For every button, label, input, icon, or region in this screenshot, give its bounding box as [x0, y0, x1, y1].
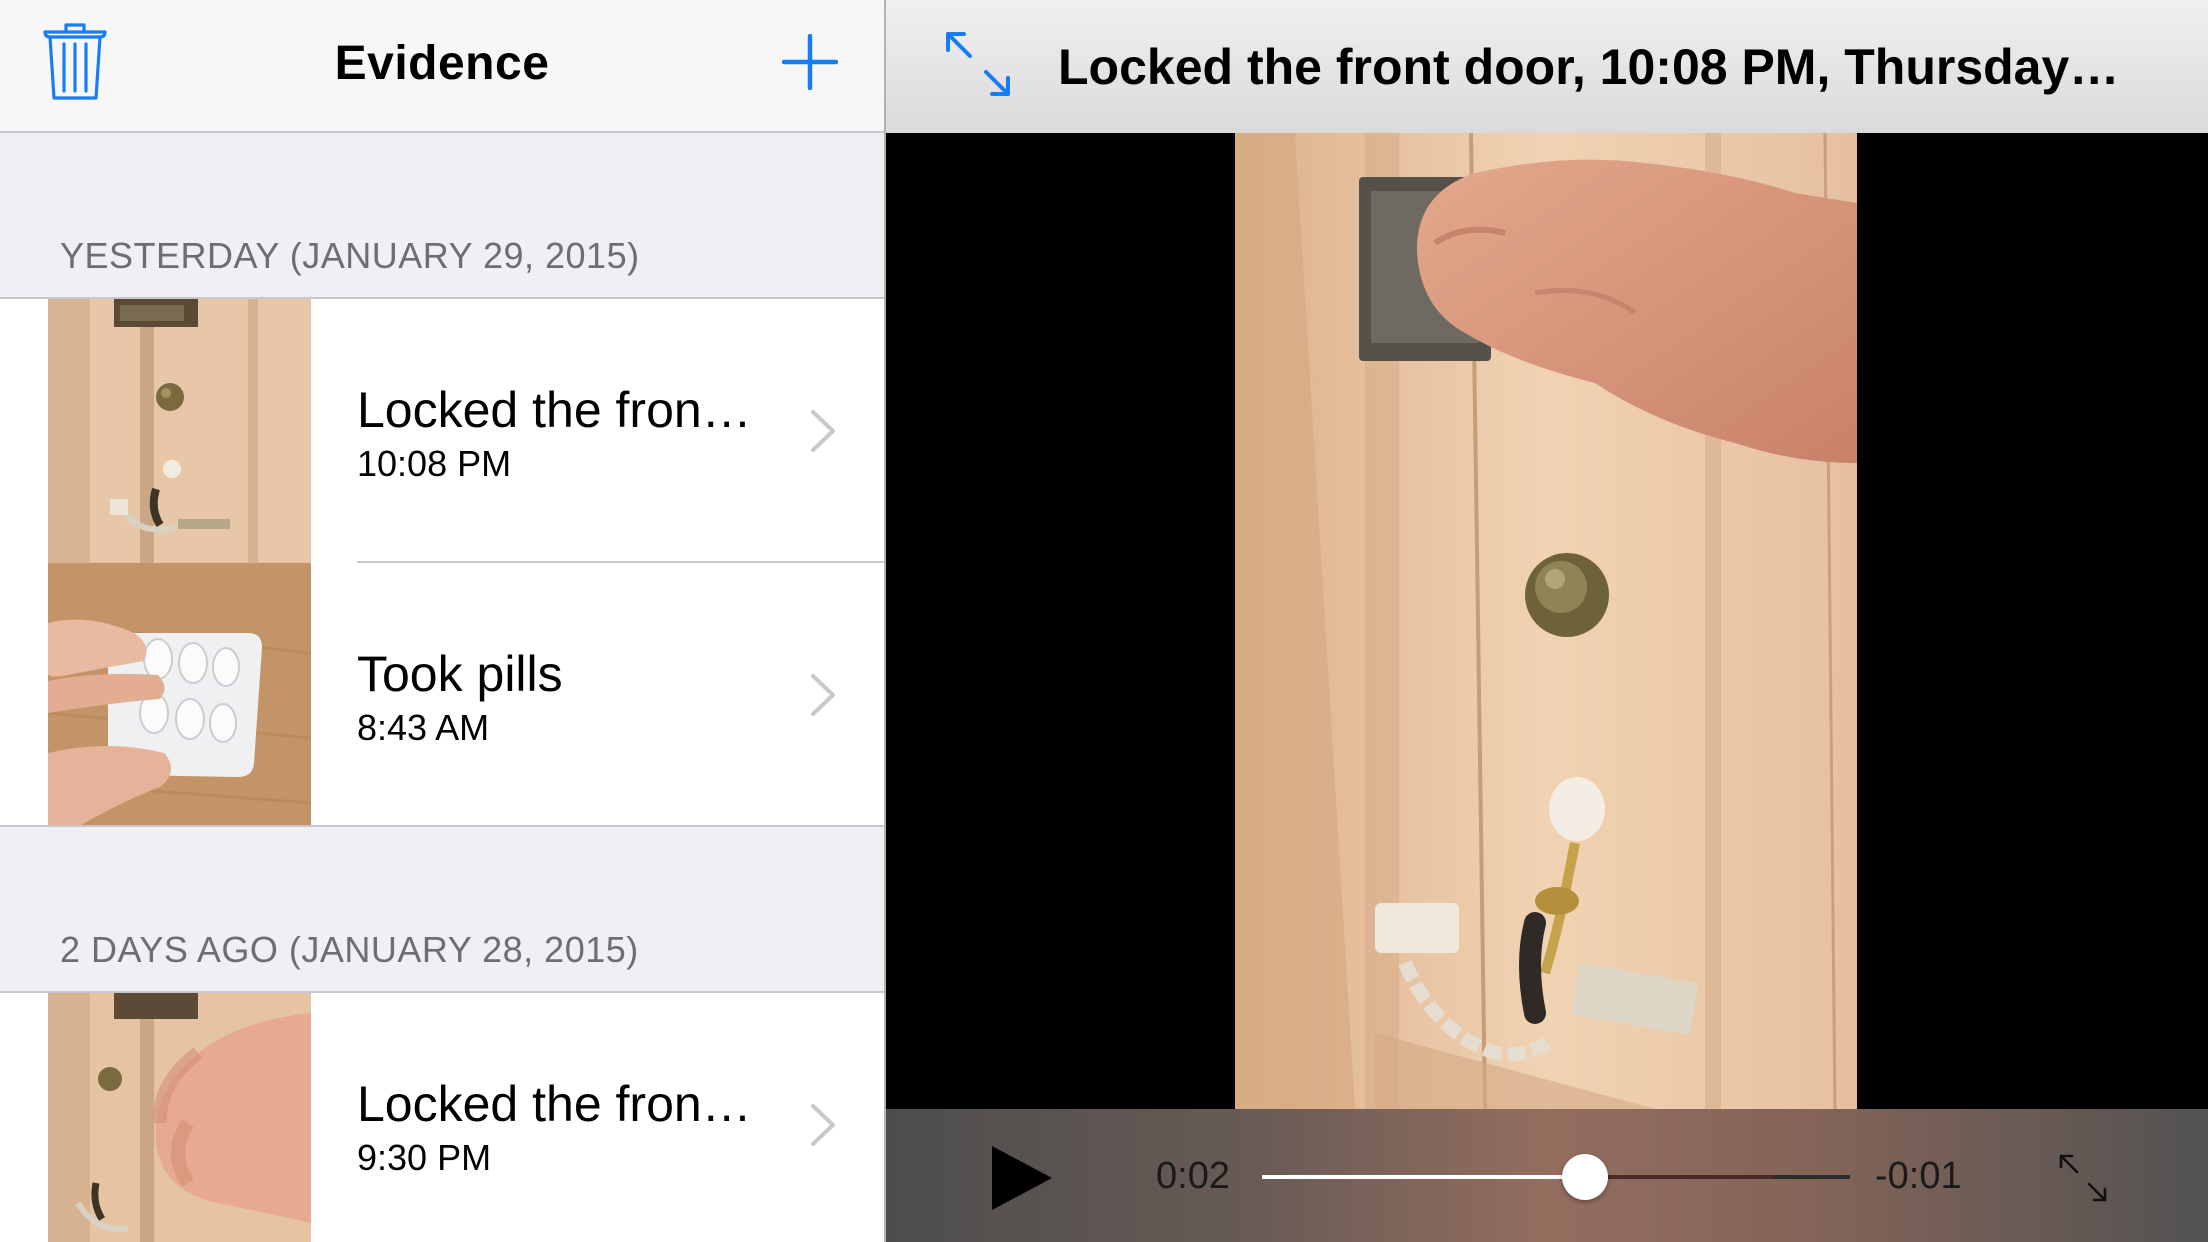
list-item[interactable]: Took pills 8:43 AM	[0, 563, 884, 827]
play-button[interactable]	[986, 1143, 1056, 1213]
split-view-divider	[884, 0, 886, 1242]
elapsed-time: 0:02	[1156, 1155, 1230, 1197]
item-title: Locked the fron…	[357, 1076, 752, 1132]
detail-pane: Locked the front door, 10:08 PM, Thursda…	[884, 0, 2208, 1242]
chevron-right-icon	[811, 1104, 835, 1146]
play-icon	[992, 1146, 1052, 1210]
fullscreen-icon	[2059, 1154, 2107, 1202]
list-item[interactable]: Locked the fron… 10:08 PM	[0, 299, 884, 563]
detail-navigation-bar: Locked the front door, 10:08 PM, Thursda…	[884, 0, 2208, 133]
chevron-right-icon	[811, 674, 835, 716]
detail-title: Locked the front door, 10:08 PM, Thursda…	[1058, 39, 2120, 95]
video-controls: 0:02 -0:01	[884, 1109, 2208, 1242]
door-lock-thumbnail	[48, 299, 311, 563]
item-time: 10:08 PM	[357, 443, 512, 484]
pills-thumbnail	[48, 563, 311, 827]
progress-bar	[1262, 1175, 1585, 1179]
section-header-label: YESTERDAY (JANUARY 29, 2015)	[60, 235, 640, 276]
master-navigation-bar: Evidence	[0, 0, 884, 133]
remaining-time: -0:01	[1875, 1155, 1962, 1197]
expand-arrows-icon	[946, 32, 1010, 96]
plus-icon	[781, 33, 839, 91]
scrubber-thumb[interactable]	[1562, 1154, 1608, 1200]
add-button[interactable]	[781, 33, 839, 91]
expand-button[interactable]	[944, 30, 1012, 98]
chevron-right-icon	[811, 410, 835, 452]
scrubber-track[interactable]	[1262, 1154, 1850, 1200]
section-header-label: 2 DAYS AGO (JANUARY 28, 2015)	[60, 929, 639, 970]
door-lock-thumbnail	[48, 993, 311, 1242]
fullscreen-button[interactable]	[2058, 1153, 2108, 1203]
video-frame[interactable]	[1235, 133, 1857, 1109]
item-title: Took pills	[357, 646, 563, 702]
section-header: YESTERDAY (JANUARY 29, 2015)	[0, 133, 884, 299]
item-time: 9:30 PM	[357, 1137, 492, 1178]
item-time: 8:43 AM	[357, 707, 490, 748]
buffered-bar	[1585, 1175, 1774, 1179]
section-header: 2 DAYS AGO (JANUARY 28, 2015)	[0, 827, 884, 993]
item-title: Locked the fron…	[357, 382, 752, 438]
master-title: Evidence	[334, 37, 550, 90]
master-pane: Evidence YESTERDAY (JANUARY 29, 2015) Lo…	[0, 0, 884, 1242]
list-item[interactable]: Locked the fron… 9:30 PM	[0, 993, 884, 1242]
